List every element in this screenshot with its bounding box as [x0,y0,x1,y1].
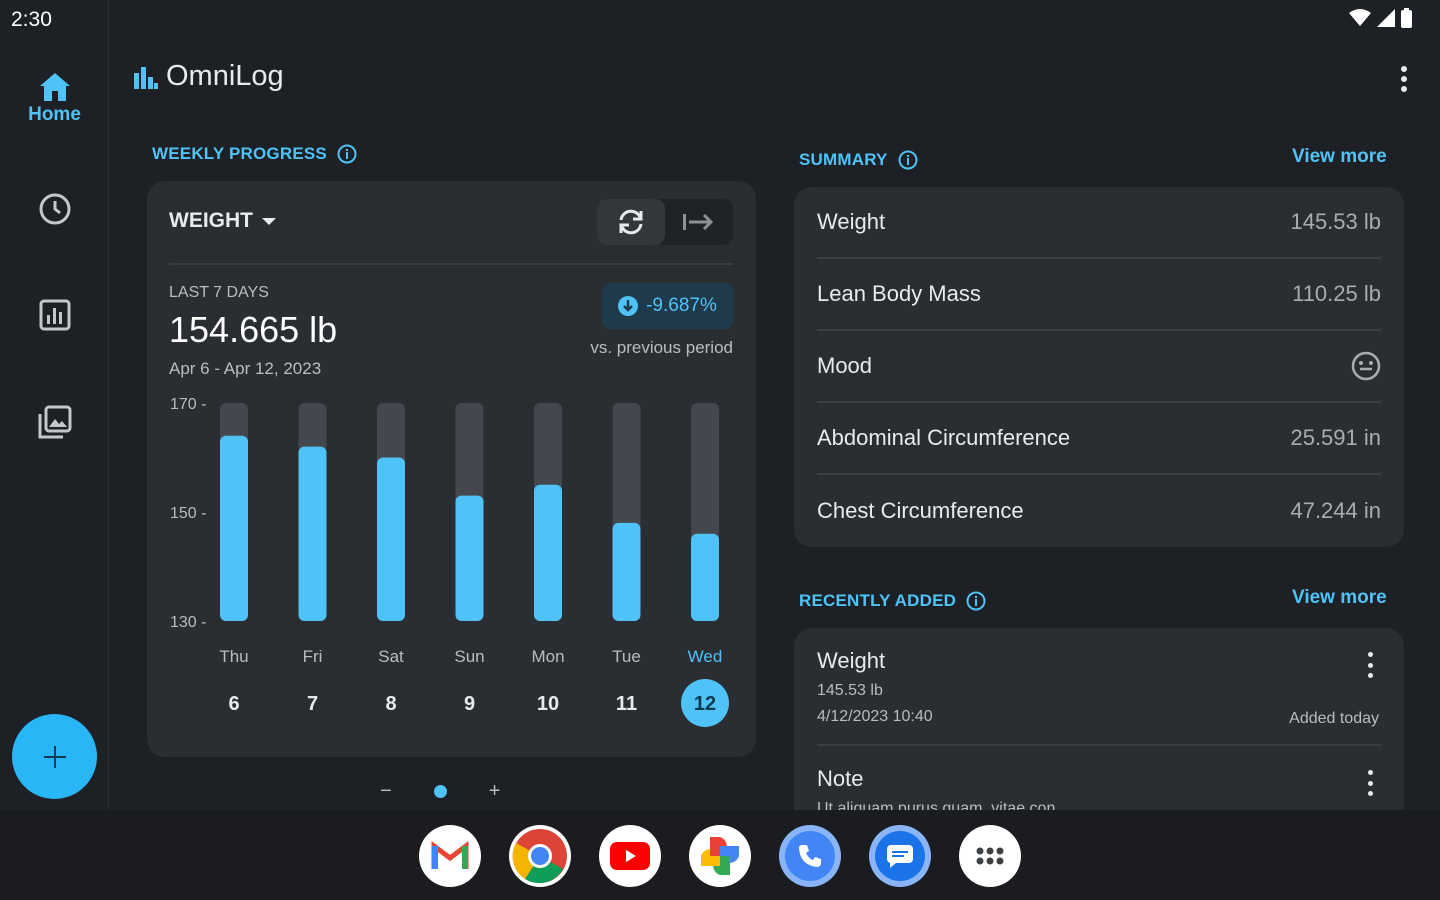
weekly-bar-chart: 170 - 150 - 130 - Thu 6 Fri 7 Sat 8 Sun 9 Mon 10 Tue 1… [170,396,729,727]
weekly-progress-label: WEEKLY PROGRESS [152,144,357,164]
summary-row-value: 25.591 in [1290,425,1381,450]
info-icon[interactable] [337,144,357,164]
summary-row-name: Weight [817,209,886,234]
weekly-progress-card: WEIGHT LAST 7 DAYS 154.665 lb Apr 6 - Ap… [147,181,756,757]
summary-row[interactable]: Weight 145.53 lb [817,187,1381,259]
signal-icon [1377,9,1395,27]
x-tick-day-label: Sat [378,647,404,666]
x-tick-day-label: Fri [303,647,323,666]
wifi-icon [1349,9,1371,26]
pager-dot-active [433,785,447,798]
summary-row[interactable]: Abdominal Circumference 25.591 in [817,403,1381,475]
gallery-icon [38,405,71,439]
phone-icon[interactable] [779,825,841,887]
y-tick-label: 130 - [170,614,206,631]
messages-icon[interactable] [869,825,931,887]
list-item-value: 145.53 lb [817,682,883,699]
weekly-progress-text: WEEKLY PROGRESS [152,144,327,163]
recently-added-text: RECENTLY ADDED [799,591,957,610]
recent-view-more-link[interactable]: View more [1292,587,1387,609]
bar-tue[interactable] [612,522,641,621]
chrome-icon[interactable] [509,825,571,887]
bar-sat[interactable] [377,457,405,622]
nav-item-home[interactable]: Home [0,72,109,126]
summary-view-more-link[interactable]: View more [1292,146,1387,168]
list-item-title: Note [817,766,864,791]
summary-row[interactable]: Lean Body Mass 110.25 lb [817,259,1381,331]
youtube-icon[interactable] [599,825,661,887]
pager-prev[interactable]: − [380,780,392,803]
nav-item-history[interactable] [0,192,109,226]
summary-row[interactable]: Mood [817,331,1381,403]
gmail-icon[interactable] [419,825,481,887]
summary-row-name: Abdominal Circumference [817,425,1071,450]
chart-icon [39,299,70,331]
info-icon[interactable] [966,591,986,611]
x-tick-day-label: Tue [612,647,641,666]
x-tick-date-label[interactable]: 11 [616,693,637,715]
summary-label: SUMMARY [799,150,918,170]
summary-row[interactable]: Chest Circumference 47.244 in [817,475,1381,547]
x-tick-day-label: Sun [454,647,484,666]
bar-sun[interactable] [455,495,484,621]
x-tick-date-label[interactable]: 7 [307,693,318,715]
x-tick-date-label[interactable]: 8 [385,693,396,715]
pager-next[interactable]: + [489,780,501,803]
info-icon[interactable] [898,150,918,170]
battery-icon [1401,8,1412,28]
photos-icon[interactable] [689,825,751,887]
recently-added-card: Weight 145.53 lb 4/12/2023 10:40 Added t… [794,628,1404,810]
card-pager: − + [380,780,500,803]
list-item[interactable]: Weight 145.53 lb 4/12/2023 10:40 Added t… [817,648,1381,746]
summary-card: Weight 145.53 lb Lean Body Mass 110.25 l… [794,187,1404,547]
x-tick-day-label: Mon [531,647,564,666]
add-entry-fab[interactable] [12,714,97,799]
summary-row-value: 145.53 lb [1290,209,1381,234]
navigation-rail: Home [0,0,109,810]
summary-row-value: 47.244 in [1290,498,1381,523]
x-tick-date-label[interactable]: 6 [228,693,239,715]
x-tick-date-label[interactable]: 9 [464,693,475,715]
nav-item-gallery[interactable] [0,405,109,439]
list-item[interactable]: Note Ut aliquam purus quam, vitae con [817,766,1381,810]
nav-item-charts[interactable] [0,299,109,331]
bar-thu[interactable] [220,435,248,621]
x-tick-date-label[interactable]: 12 [694,693,716,715]
bar-wed[interactable] [691,533,719,621]
x-tick-date-label[interactable]: 10 [537,693,559,715]
nav-item-home-label: Home [28,104,81,125]
app-drawer-icon[interactable] [959,825,1021,887]
history-icon [39,193,70,225]
status-icons [1349,8,1412,28]
app-logo-icon [134,66,158,89]
overflow-menu-icon[interactable] [1394,62,1414,96]
list-item-title: Weight [817,648,886,673]
item-more-icon[interactable] [1365,652,1375,678]
list-item-preview: Ut aliquam purus quam, vitae con [817,800,1056,810]
y-tick-label: 150 - [170,505,206,522]
dock-apps [419,825,1021,887]
summary-row-name: Lean Body Mass [817,281,981,306]
bar-fri[interactable] [298,446,327,621]
mood-face-icon [1351,351,1381,381]
x-tick-day-label: Wed [688,647,723,666]
x-tick-day-label: Thu [219,647,248,666]
recently-added-label: RECENTLY ADDED [799,591,986,611]
summary-row-value: 110.25 lb [1292,281,1381,306]
app-title-text: OmniLog [166,60,284,92]
app-title: OmniLog [134,60,284,93]
summary-row-name: Mood [817,353,873,378]
added-badge: Added today [1289,710,1379,727]
home-icon [39,73,70,101]
y-tick-label: 170 - [170,396,206,413]
summary-row-name: Chest Circumference [817,498,1024,523]
plus-icon [43,745,66,768]
bar-mon[interactable] [534,484,562,621]
item-more-icon[interactable] [1365,770,1375,796]
summary-label-text: SUMMARY [799,150,888,169]
